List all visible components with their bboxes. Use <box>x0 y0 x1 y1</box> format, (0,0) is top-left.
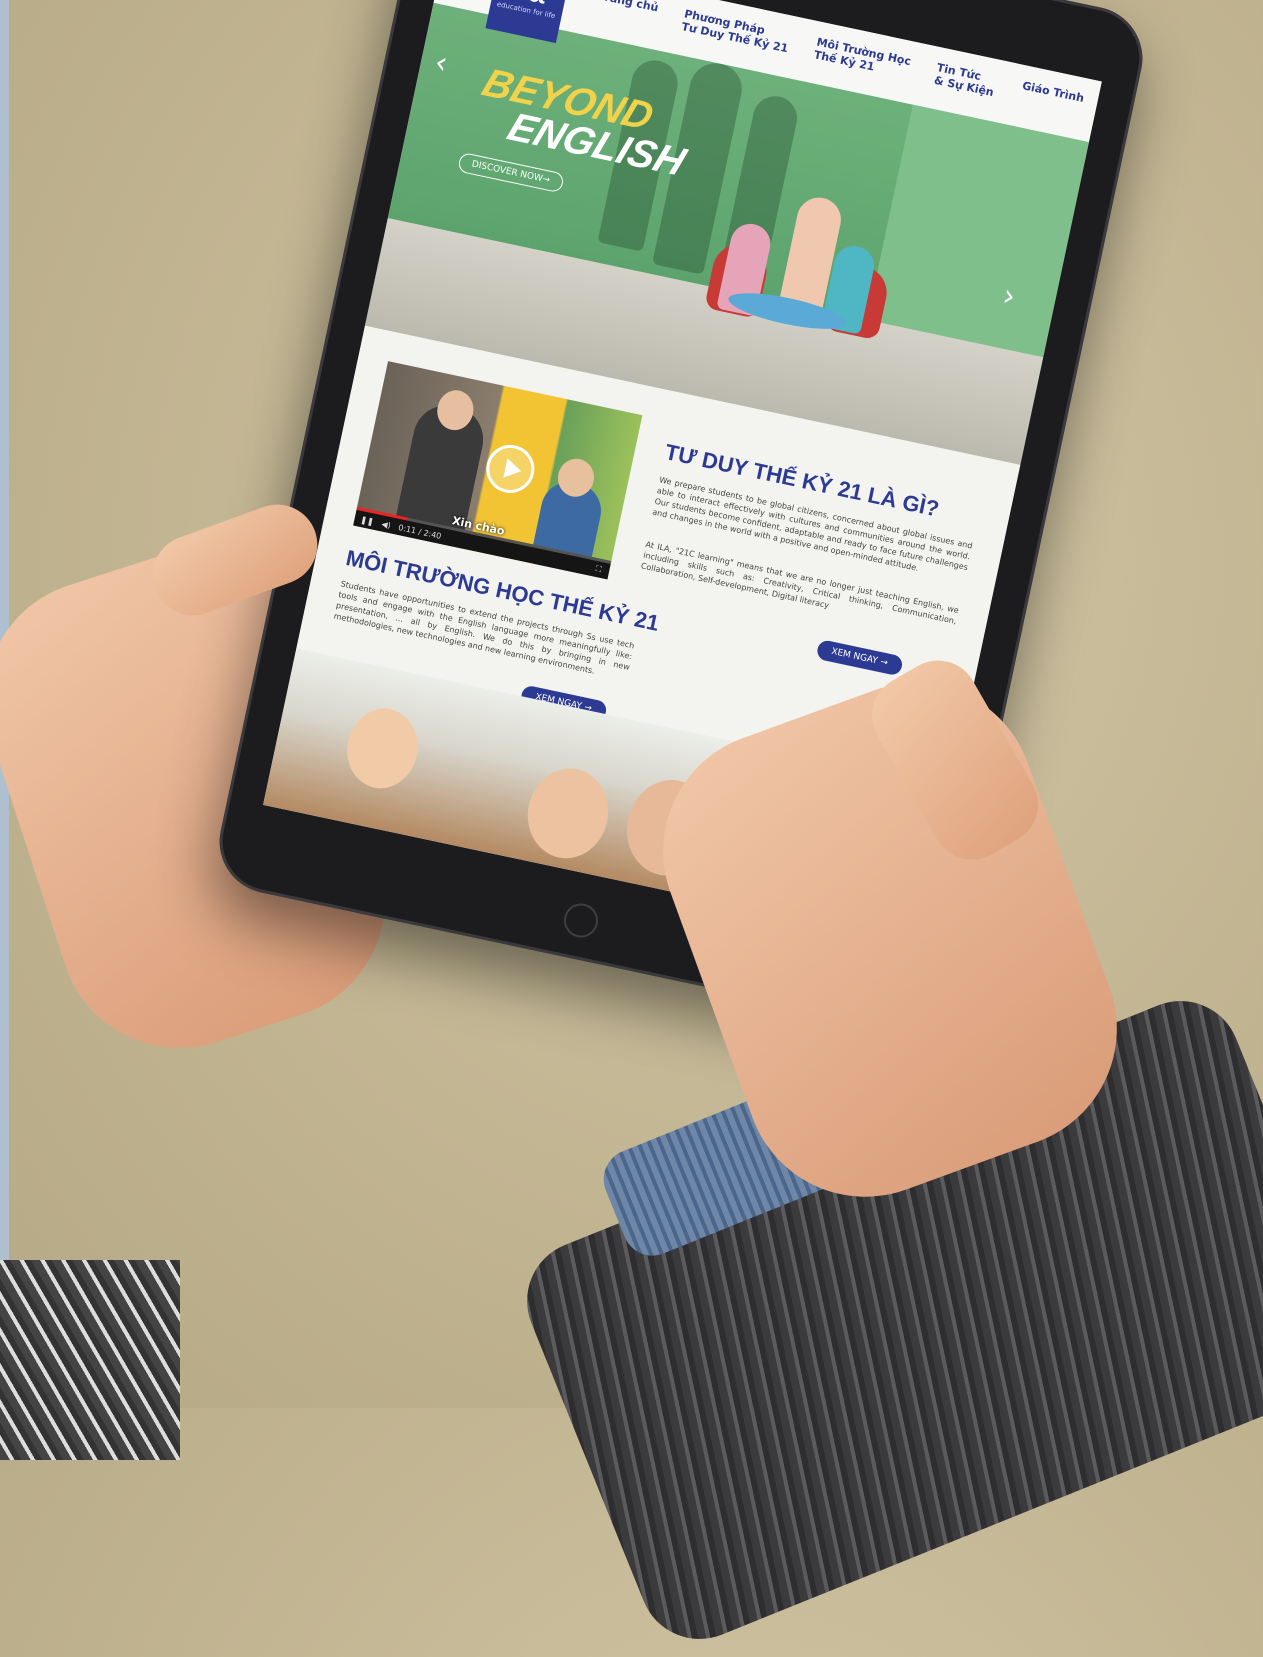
nav-item-news[interactable]: Tin Tức & Sự Kiện <box>933 61 998 99</box>
student-face <box>339 702 425 795</box>
nav-item-home[interactable]: Trang chủ <box>595 0 659 27</box>
video-player[interactable]: Xin chào ❚❚ ◀) 0:11 / 2:40 ⛶ <box>353 361 643 580</box>
student-face <box>519 761 617 866</box>
play-icon[interactable] <box>481 440 539 498</box>
chevron-left-icon[interactable]: ‹ <box>432 45 451 82</box>
section1-view-button[interactable]: XEM NGAY → <box>815 638 904 677</box>
left-sleeve <box>0 1260 180 1460</box>
discover-now-button[interactable]: DISCOVER NOW→ <box>457 151 565 194</box>
nav-item-curriculum[interactable]: Giáo Trình <box>1018 79 1085 117</box>
fullscreen-icon[interactable]: ⛶ <box>595 564 602 575</box>
volume-icon[interactable]: ◀) <box>381 519 392 530</box>
pause-icon[interactable]: ❚❚ <box>360 515 375 527</box>
nav-item-method[interactable]: Phương Pháp Tư Duy Thế Kỷ 21 <box>680 7 792 55</box>
home-button[interactable] <box>560 900 602 941</box>
nav-item-environment[interactable]: Môi Trường Học Thế Kỷ 21 <box>813 35 912 80</box>
